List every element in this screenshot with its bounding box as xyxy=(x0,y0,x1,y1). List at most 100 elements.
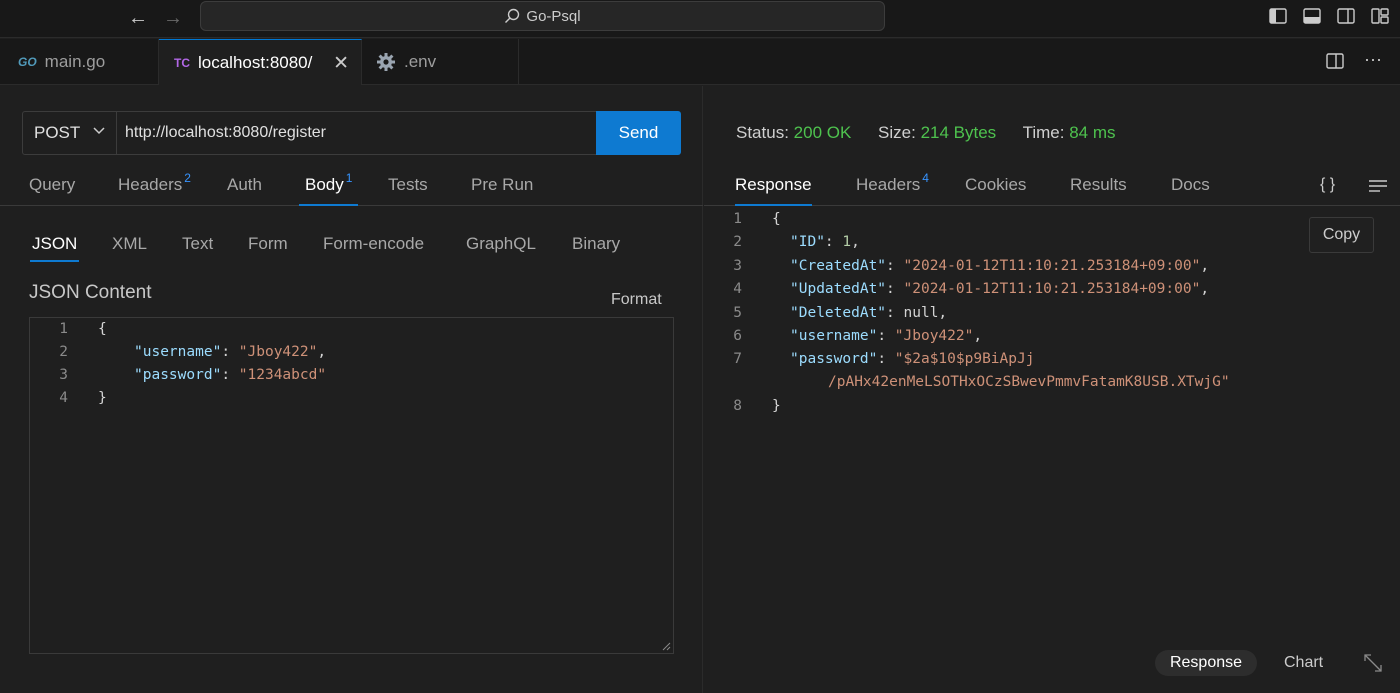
time-item: Time: 84 ms xyxy=(1023,123,1116,142)
json-string: "2024-01-12T11:10:21.253184+09:00" xyxy=(903,281,1201,297)
request-body-editor[interactable]: 1 2 3 4 { "username": "Jboy422", "passwo… xyxy=(29,317,674,654)
chevron-down-icon xyxy=(93,127,105,135)
close-icon[interactable]: ✕ xyxy=(333,52,349,75)
tab-response-headers-label: Headers xyxy=(856,175,921,194)
code-line: } xyxy=(98,390,107,406)
json-string: "1234abcd" xyxy=(238,367,327,383)
code-line: "UpdatedAt": "2024-01-12T11:10:21.253184… xyxy=(790,281,1210,297)
line-number: 3 xyxy=(59,367,68,383)
layout-controls xyxy=(1268,6,1390,26)
headers-count-badge: 2 xyxy=(184,171,191,185)
status-item: Status: 200 OK xyxy=(736,123,851,142)
tab-label: main.go xyxy=(44,52,106,71)
json-key: "UpdatedAt" xyxy=(790,281,887,297)
tab-response-headers[interactable]: Headers 4 xyxy=(856,171,929,206)
line-number: 6 xyxy=(733,328,742,344)
copy-button[interactable]: Copy xyxy=(1309,217,1374,253)
braces-icon[interactable]: { } xyxy=(1320,176,1335,194)
tab-headers-label: Headers xyxy=(118,175,183,194)
tab-docs[interactable]: Docs xyxy=(1171,175,1210,206)
json-key: "DeletedAt" xyxy=(790,305,887,321)
view-response-toggle[interactable]: Response xyxy=(1155,650,1257,676)
toggle-primary-sidebar-icon[interactable] xyxy=(1268,6,1288,26)
json-content-label: JSON Content xyxy=(29,282,152,303)
url-value: http://localhost:8080/register xyxy=(125,124,327,141)
time-value: 84 ms xyxy=(1069,123,1116,142)
tab-results[interactable]: Results xyxy=(1070,175,1127,206)
body-type-form[interactable]: Form xyxy=(248,234,288,262)
line-number: 2 xyxy=(733,234,742,250)
tab-tests[interactable]: Tests xyxy=(388,175,428,206)
tab-response[interactable]: Response xyxy=(735,175,812,206)
view-chart-toggle[interactable]: Chart xyxy=(1284,654,1323,672)
line-number: 4 xyxy=(733,281,742,297)
forward-arrow-icon[interactable]: → xyxy=(163,7,183,30)
tab-label: localhost:8080/ xyxy=(198,52,313,72)
tab-main-go[interactable]: GO main.go xyxy=(0,39,159,85)
url-input[interactable]: http://localhost:8080/register xyxy=(116,111,597,155)
json-key: "password" xyxy=(134,367,222,383)
body-type-xml[interactable]: XML xyxy=(112,234,147,262)
tab-env[interactable]: .env xyxy=(362,39,519,85)
tab-body[interactable]: Body 1 xyxy=(299,171,359,206)
body-type-form-encode[interactable]: Form-encode xyxy=(323,234,424,262)
tab-auth[interactable]: Auth xyxy=(227,175,262,206)
tab-query[interactable]: Query xyxy=(29,175,75,206)
code-line: "username": "Jboy422", xyxy=(134,344,326,360)
json-number: 1 xyxy=(842,234,852,250)
code-line: "username": "Jboy422", xyxy=(790,328,983,344)
code-line: } xyxy=(772,398,781,414)
body-type-graphql[interactable]: GraphQL xyxy=(466,234,536,262)
tab-cookies[interactable]: Cookies xyxy=(965,175,1026,206)
tab-headers[interactable]: Headers 2 xyxy=(118,171,191,206)
status-label: Status: xyxy=(736,123,789,142)
code-line: "CreatedAt": "2024-01-12T11:10:21.253184… xyxy=(790,258,1210,274)
command-center-search[interactable]: Go-Psql xyxy=(200,1,885,31)
tab-label: .env xyxy=(404,52,437,71)
tab-body-label: Body xyxy=(305,175,344,194)
search-icon xyxy=(505,8,520,23)
body-type-tabs: JSON XML Text Form Form-encode GraphQL B… xyxy=(0,230,703,262)
code-line: "password": "$2a$10$p9BiApJj xyxy=(790,351,1035,367)
send-button[interactable]: Send xyxy=(596,111,681,155)
response-body-viewer: 1 2 3 4 5 6 7 8 { "ID": 1, "CreatedAt": … xyxy=(704,207,1304,507)
response-status-line: Status: 200 OK Size: 214 Bytes Time: 84 … xyxy=(736,123,1138,143)
body-type-text[interactable]: Text xyxy=(182,234,213,262)
code-line-wrapped: /pAHx42enMeLSOTHxOCzSBwevPmmvFatamK8USB.… xyxy=(828,374,1230,390)
resize-grip-icon[interactable] xyxy=(661,641,671,651)
format-button[interactable]: Format xyxy=(611,291,662,309)
method-select[interactable]: POST xyxy=(22,111,117,155)
body-type-json[interactable]: JSON xyxy=(30,234,80,262)
line-number: 4 xyxy=(59,390,68,406)
json-key: "username" xyxy=(790,328,878,344)
toggle-panel-icon[interactable] xyxy=(1302,6,1322,26)
window-title: Go-Psql xyxy=(526,7,581,25)
back-arrow-icon[interactable]: ← xyxy=(128,7,148,30)
time-label: Time: xyxy=(1022,123,1065,142)
toggle-secondary-sidebar-icon[interactable] xyxy=(1336,6,1356,26)
json-sep: , xyxy=(317,344,327,360)
body-count-badge: 1 xyxy=(345,171,353,185)
go-file-icon: GO xyxy=(18,55,37,69)
tab-pre-run[interactable]: Pre Run xyxy=(471,175,533,206)
line-number: 8 xyxy=(733,398,742,414)
code-line: "password": "1234abcd" xyxy=(134,367,326,383)
size-item: Size: 214 Bytes xyxy=(878,123,996,142)
body-type-binary[interactable]: Binary xyxy=(572,234,620,262)
size-value: 214 Bytes xyxy=(920,123,997,142)
line-number: 1 xyxy=(59,321,68,337)
size-label: Size: xyxy=(878,123,916,142)
expand-icon[interactable] xyxy=(1362,652,1384,674)
status-value: 200 OK xyxy=(793,123,852,142)
thunder-client-icon: TC xyxy=(174,55,190,70)
method-value: POST xyxy=(34,123,81,142)
json-string: "2024-01-12T11:10:21.253184+09:00" xyxy=(903,258,1201,274)
customize-layout-icon[interactable] xyxy=(1370,6,1390,26)
response-tabs: Response Headers 4 Cookies Results Docs xyxy=(704,170,1400,206)
more-actions-icon[interactable]: ··· xyxy=(1364,50,1382,75)
split-editor-icon[interactable] xyxy=(1326,52,1344,75)
json-null: null xyxy=(903,305,939,321)
word-wrap-icon[interactable] xyxy=(1368,179,1388,193)
tab-localhost-request[interactable]: TC localhost:8080/ ✕ xyxy=(159,39,362,85)
tab-actions: ··· xyxy=(1326,50,1382,75)
